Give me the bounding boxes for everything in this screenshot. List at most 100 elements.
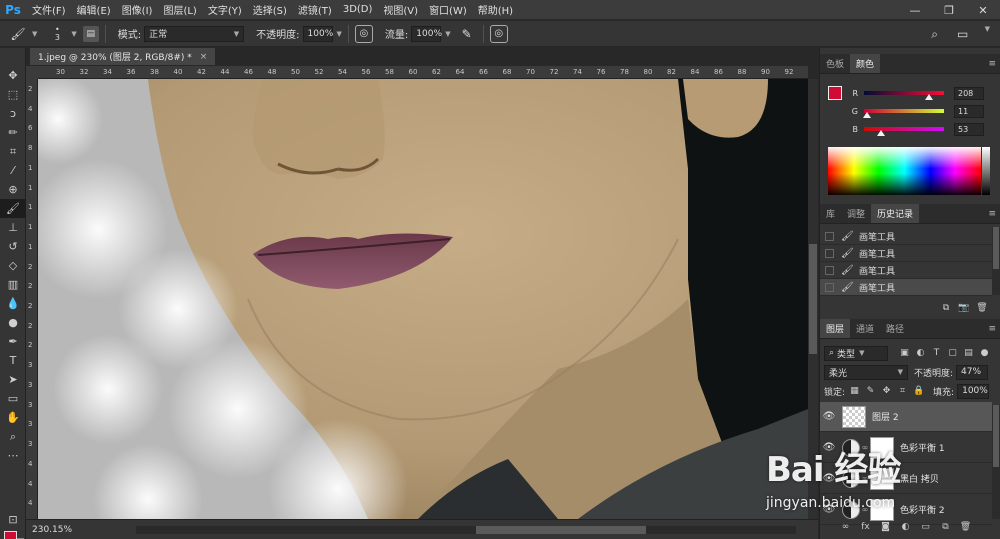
panel-menu-icon[interactable]: ≡ <box>988 54 1000 73</box>
camera-snapshot-icon[interactable]: 📷 <box>955 303 973 313</box>
close-icon[interactable]: × <box>200 52 208 62</box>
link-layers-icon[interactable]: ∞ <box>837 522 855 532</box>
history-snapshot-checkbox[interactable] <box>825 231 834 241</box>
history-scrollbar[interactable] <box>992 227 1000 295</box>
tab-channels[interactable]: 通道 <box>850 319 880 338</box>
flow-input[interactable]: 100% <box>411 25 442 42</box>
document-tab[interactable]: 1.jpeg @ 230% (图层 2, RGB/8#) * × <box>30 48 216 65</box>
menu-window[interactable]: 窗口(W) <box>429 2 467 17</box>
layer-filter-select[interactable]: ⌕ 类型 ▼ <box>824 345 888 361</box>
canvas-vertical-scrollbar[interactable] <box>808 79 818 519</box>
shape-tool-icon[interactable]: ▭ <box>0 389 26 408</box>
history-snapshot-checkbox[interactable] <box>825 282 834 292</box>
tab-paths[interactable]: 路径 <box>880 319 910 338</box>
blend-mode-select[interactable]: 正常 ▼ <box>144 25 245 42</box>
fx-icon[interactable]: fx <box>857 522 875 532</box>
eye-icon[interactable]: 👁 <box>820 411 838 422</box>
menu-view[interactable]: 视图(V) <box>383 2 418 17</box>
image-canvas[interactable] <box>38 79 808 519</box>
red-slider[interactable] <box>864 91 944 100</box>
opacity-input[interactable]: 100% <box>302 25 333 42</box>
brush-preset-icon[interactable]: 🖌 <box>8 25 28 43</box>
scroll-thumb[interactable] <box>993 405 999 467</box>
history-item[interactable]: 🖌 画笔工具 <box>820 228 992 245</box>
panel-menu-icon[interactable]: ≡ <box>988 319 1000 338</box>
scroll-thumb[interactable] <box>809 244 817 354</box>
hand-tool-icon[interactable]: ✋ <box>0 408 26 427</box>
history-snapshot-checkbox[interactable] <box>825 265 834 275</box>
quick-mask-icon[interactable]: ⊡ <box>0 510 26 529</box>
layer-blend-mode-select[interactable]: 柔光 ▼ <box>824 364 908 380</box>
menu-edit[interactable]: 编辑(E) <box>77 2 111 17</box>
lock-transparent-icon[interactable]: ▦ <box>848 385 861 398</box>
lasso-tool-icon[interactable]: ↄ <box>0 104 26 123</box>
eye-icon[interactable]: 👁 <box>820 473 838 484</box>
lock-image-icon[interactable]: ✎ <box>864 385 877 398</box>
pressure-size-icon[interactable]: ◎ <box>489 24 508 43</box>
brush-size-picker[interactable]: • 3 <box>47 25 67 43</box>
menu-help[interactable]: 帮助(H) <box>478 2 513 17</box>
type-tool-icon[interactable]: T <box>0 351 26 370</box>
move-tool-icon[interactable]: ✥ <box>0 66 26 85</box>
blue-slider[interactable] <box>864 127 944 136</box>
trash-icon[interactable]: 🗑 <box>957 522 975 532</box>
brush-tool-icon[interactable]: 🖌 <box>0 199 26 218</box>
brush-panel-toggle-icon[interactable]: ▤ <box>82 25 99 42</box>
add-mask-icon[interactable]: ◙ <box>877 522 895 532</box>
crop-tool-icon[interactable]: ⌗ <box>0 142 26 161</box>
menu-filter[interactable]: 滤镜(T) <box>298 2 332 17</box>
workspace-icon[interactable]: ▭ <box>953 25 973 43</box>
panel-menu-icon[interactable]: ≡ <box>988 204 1000 223</box>
layers-scrollbar[interactable] <box>992 405 1000 519</box>
menu-file[interactable]: 文件(F) <box>32 2 66 17</box>
history-item[interactable]: 🖌 画笔工具 <box>820 245 992 262</box>
chevron-down-icon[interactable]: ▼ <box>445 30 450 38</box>
scroll-thumb[interactable] <box>993 227 999 269</box>
blue-value-input[interactable]: 53 <box>954 122 984 136</box>
chevron-down-icon[interactable]: ▼ <box>337 30 342 38</box>
tab-adjustments[interactable]: 调整 <box>841 204 871 223</box>
eraser-tool-icon[interactable]: ◇ <box>0 256 26 275</box>
airbrush-icon[interactable]: ✎ <box>457 25 477 43</box>
eye-icon[interactable]: 👁 <box>820 504 838 515</box>
chevron-down-icon[interactable]: ▼ <box>71 30 76 38</box>
history-item-current[interactable]: 🖌 画笔工具 <box>820 279 992 296</box>
eye-icon[interactable]: 👁 <box>820 442 838 453</box>
healing-brush-tool-icon[interactable]: ⊕ <box>0 180 26 199</box>
quick-select-tool-icon[interactable]: ✏ <box>0 123 26 142</box>
new-layer-icon[interactable]: ⧉ <box>937 522 955 532</box>
layer-row[interactable]: 👁 图层 2 <box>820 402 992 432</box>
menu-select[interactable]: 选择(S) <box>253 2 287 17</box>
filter-type-icon[interactable]: T <box>930 347 943 360</box>
red-value-input[interactable]: 208 <box>954 86 984 100</box>
grayscale-ramp[interactable] <box>982 147 990 195</box>
color-spectrum[interactable] <box>828 147 981 195</box>
lock-artboard-icon[interactable]: ⌗ <box>896 385 909 398</box>
tab-color[interactable]: 颜色 <box>850 54 881 73</box>
filter-toggle-icon[interactable]: ● <box>978 347 991 360</box>
more-tools-icon[interactable]: ⋯ <box>0 446 26 465</box>
menu-type[interactable]: 文字(Y) <box>208 2 242 17</box>
green-value-input[interactable]: 11 <box>954 104 984 118</box>
tab-swatches[interactable]: 色板 <box>820 54 850 73</box>
vertical-ruler[interactable]: 2 4 6 8 1 1 1 1 1 2 2 2 2 2 3 3 3 3 3 4 4 4 <box>26 79 38 519</box>
scroll-thumb[interactable] <box>476 526 646 534</box>
zoom-tool-icon[interactable]: ⌕ <box>0 427 26 446</box>
history-brush-tool-icon[interactable]: ↺ <box>0 237 26 256</box>
dodge-tool-icon[interactable]: ● <box>0 313 26 332</box>
layer-opacity-input[interactable]: 47% <box>956 364 989 380</box>
new-group-icon[interactable]: ▭ <box>917 522 935 532</box>
close-window-button[interactable]: ✕ <box>966 0 1000 20</box>
layer-row[interactable]: 👁 ∞ 黑白 拷贝 <box>820 464 992 494</box>
red-slider-thumb[interactable] <box>925 94 934 100</box>
canvas-horizontal-scrollbar[interactable] <box>136 526 796 534</box>
green-slider[interactable] <box>863 109 944 118</box>
layer-row[interactable]: 👁 ∞ 色彩平衡 1 <box>820 433 992 463</box>
filter-adjustment-icon[interactable]: ◐ <box>914 347 927 360</box>
pressure-opacity-icon[interactable]: ◎ <box>354 24 373 43</box>
path-select-tool-icon[interactable]: ➤ <box>0 370 26 389</box>
filter-smart-object-icon[interactable]: ▤ <box>962 347 975 360</box>
tab-libraries[interactable]: 库 <box>820 204 841 223</box>
search-icon[interactable]: ⌕ <box>925 25 945 43</box>
tab-history[interactable]: 历史记录 <box>871 204 920 223</box>
